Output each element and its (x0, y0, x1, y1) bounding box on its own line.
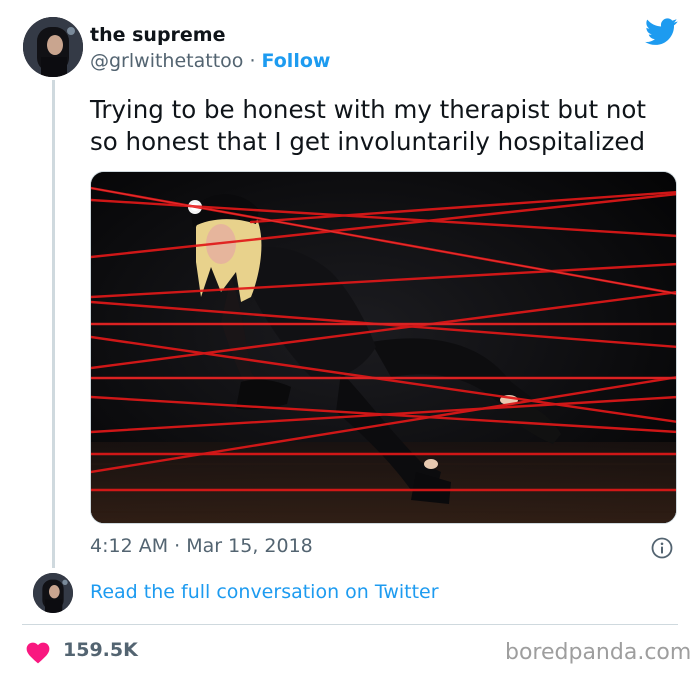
follow-button[interactable]: Follow (262, 50, 331, 72)
tweet-text: Trying to be honest with my therapist bu… (90, 95, 647, 156)
read-conversation-link[interactable]: Read the full conversation on Twitter (90, 581, 439, 603)
separator-dot: · (174, 535, 181, 557)
tweet-image[interactable] (90, 171, 677, 524)
like-count[interactable]: 159.5K (63, 639, 138, 661)
watermark: boredpanda.com (505, 640, 692, 665)
author-handle[interactable]: @grlwithetattoo (90, 50, 243, 72)
author-name[interactable]: the supreme (90, 24, 226, 46)
info-icon[interactable] (651, 537, 673, 559)
twitter-bird-icon[interactable] (645, 18, 678, 46)
author-avatar[interactable] (23, 17, 83, 77)
thread-line (52, 80, 55, 568)
reply-avatar[interactable] (33, 573, 73, 613)
tweet-time: 4:12 AM (90, 535, 169, 557)
separator-dot: · (249, 50, 256, 72)
tweet-date: Mar 15, 2018 (186, 535, 313, 557)
heart-icon[interactable] (25, 640, 51, 664)
author-handle-row: @grlwithetattoo · Follow (90, 50, 330, 72)
tweet-timestamp[interactable]: 4:12 AM · Mar 15, 2018 (90, 535, 313, 557)
divider (22, 624, 678, 625)
